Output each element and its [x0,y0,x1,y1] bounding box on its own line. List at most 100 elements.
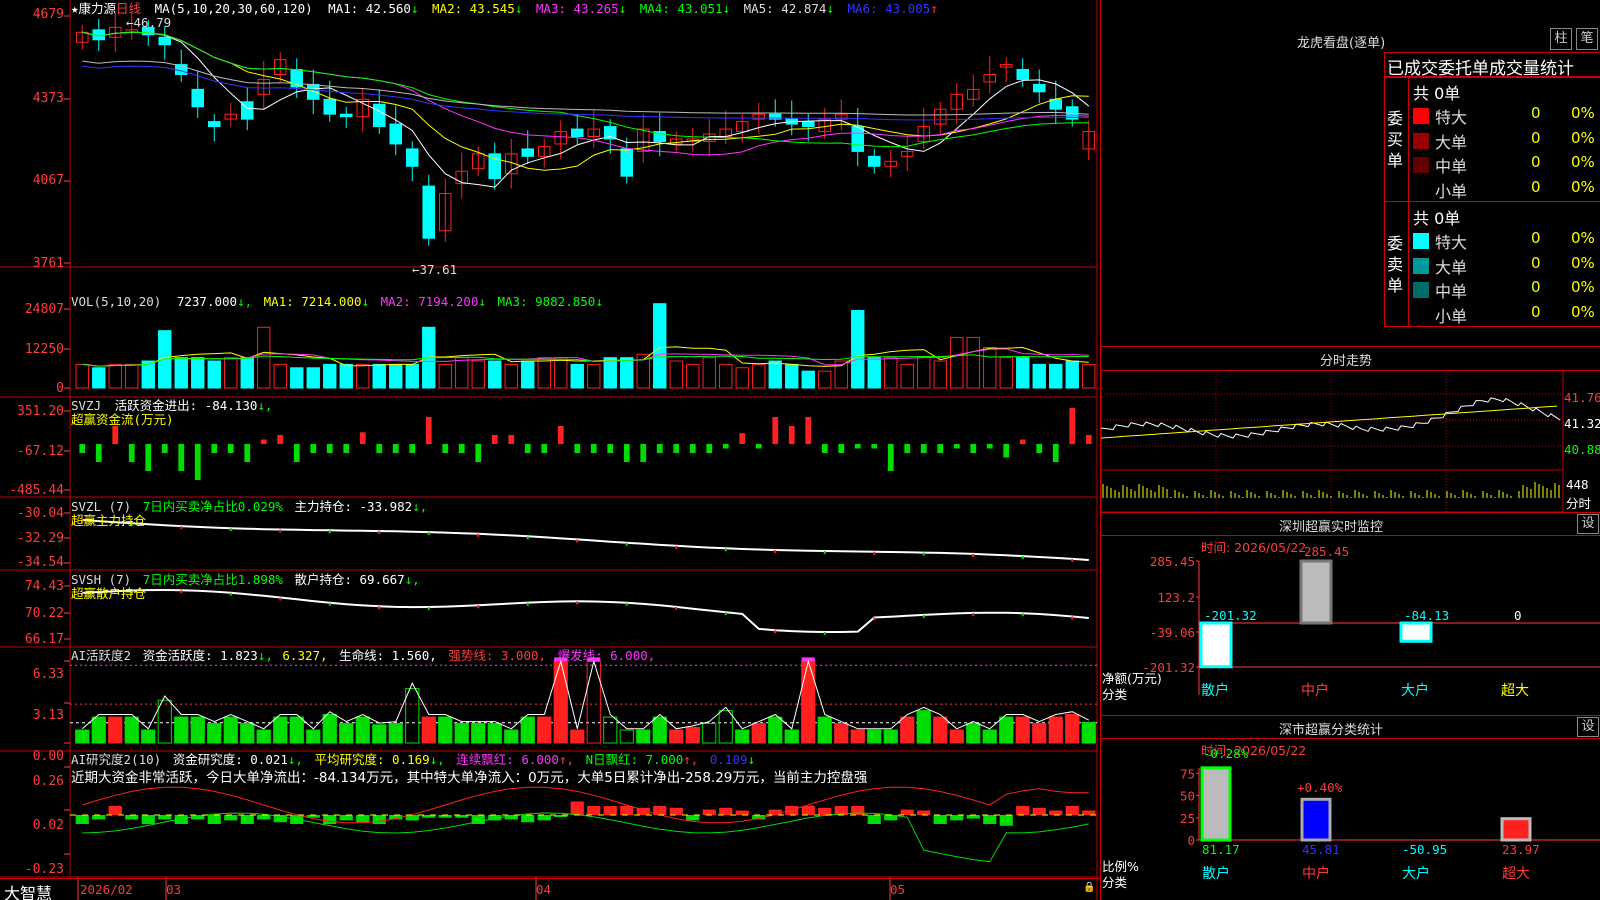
activity-bar [735,729,750,744]
svzj-bar [145,444,152,471]
research-bar [207,815,221,824]
svzj-bar [887,444,894,471]
svzj-bar [1052,444,1059,462]
research-bar [669,807,683,815]
activity-bar [867,729,882,744]
svzj-bar [161,444,168,453]
svsh-ytick-1: 74.43 [24,579,64,594]
svzl-line-mark [477,533,480,537]
sell-row-color-swatch [1413,257,1429,274]
right-panel: 龙虎看盘(逐单) 柱 笔 已成交委托单成交量统计 委买单 共 0单 委卖单 共 … [1100,0,1600,900]
svzj-bar [326,444,333,453]
buy-row-name: 特大 [1435,108,1468,127]
sz-monitor-bar [1299,559,1333,625]
trade-mode-button[interactable]: 笔 [1576,28,1598,50]
volume-bar [752,363,766,389]
lock-icon[interactable]: 🔒 [1083,882,1095,893]
sell-row-name: 中单 [1435,282,1468,301]
activity-bar [933,716,948,744]
activity-bar [520,716,535,744]
svsh-ytick-3: 66.17 [24,632,64,647]
date-label-feb: 2026/02 [80,882,133,897]
svsh-line-mark [427,607,430,611]
candle-body [801,121,815,128]
research-bar [735,810,749,815]
activity-bar [966,723,981,744]
svzj-bar [442,444,449,453]
svzj-bar [475,444,482,462]
candle-body [405,148,419,167]
activity-bar [322,714,337,744]
candle-body [191,88,205,108]
svsh-line-mark [378,606,381,610]
ai-research-v1: 资金研究度: 0.021 [172,752,288,767]
ai-active-ytick-3: 0.00 [32,749,64,764]
svzj-bar [706,444,713,453]
vol-ytick-3: 0 [56,381,64,396]
svsh-line-mark [526,602,529,606]
volume-bar [488,360,502,389]
ma-line-6 [82,65,1089,121]
svsh-arrow: ↓, [404,572,420,587]
svzl-line-mark [724,548,727,552]
svsh-line-mark [328,602,331,606]
volume-bar [537,357,551,389]
volume-bar [521,360,535,389]
research-bar [75,815,89,824]
period-label[interactable]: 日线 [116,1,141,16]
svzj-bar [310,444,317,453]
svzl-line-mark [526,536,529,540]
research-bar [372,815,386,824]
ma1-arrow: ↓ [410,1,419,16]
intraday-avg-line [1101,405,1558,439]
volume-bar [125,363,139,389]
star-icon[interactable]: ★ [71,1,79,16]
svzl-line-mark [823,551,826,555]
svzl-line-mark [328,530,331,534]
vol-ma2-arrow: ↓ [478,294,486,309]
ai-research-v3-arrow: ↑, [558,752,575,767]
sell-total: 共 0单 [1413,209,1461,228]
activity-bar [471,723,486,744]
intraday-tick-1: 41.76 [1564,390,1600,405]
vol-title: VOL(5,10,20) [71,294,162,309]
chart-area[interactable]: ★康力源日线 MA(5,10,20,30,60,120) MA1: 42.560… [0,0,1100,900]
svzl-ytick-2: -32.29 [17,531,64,546]
sz-monitor-bar-label: -84.13 [1404,608,1449,623]
volume-bar [75,363,89,389]
ai-research-v5-arrow: ↓ [747,752,756,767]
volume-bar [735,367,749,389]
research-bar [801,806,815,815]
intraday-chart[interactable] [1101,370,1600,512]
svzj-bar [920,444,927,453]
svzj-subtitle: 超赢资金流(万元) [71,412,174,427]
ai-research-legend: AI研究度2(10) 资金研究度: 0.021↓, 平均研究度: 0.169↓,… [71,752,755,767]
bar-mode-button[interactable]: 柱 [1550,28,1572,50]
ma-line-3 [82,31,1089,156]
sz-class-settings-button[interactable]: 设 [1577,717,1599,737]
buy-row-count: 0 [1531,128,1541,147]
activity-bar [982,729,997,744]
research-bar [257,815,271,820]
svzj-bar [656,444,663,453]
vol-ma1-arrow: ↓ [361,294,370,309]
ai-active-v1-arrow: ↓, [257,648,273,663]
ai-research-v5: 0.109 [709,752,748,767]
research-bar [125,815,139,820]
intraday-vol-unit: 分时 [1566,496,1592,511]
svzj-bar [1085,435,1092,444]
svzj-bar [970,444,977,453]
intraday-tick-2: 41.32 [1564,416,1600,431]
sell-row-color-swatch [1413,306,1429,323]
volume-bar [290,367,304,389]
svzl-title: SVZL (7) [71,499,132,514]
candle-body [389,123,403,145]
svzl-ytick-1: -30.04 [17,506,64,521]
ma4-arrow: ↓ [722,1,731,16]
research-bar [240,815,254,824]
research-bar [867,815,881,824]
sz-monitor-settings-button[interactable]: 设 [1577,514,1599,534]
activity-bar [289,716,304,744]
volume-bar [950,336,964,389]
sz-class-value: -50.95 [1402,842,1447,857]
